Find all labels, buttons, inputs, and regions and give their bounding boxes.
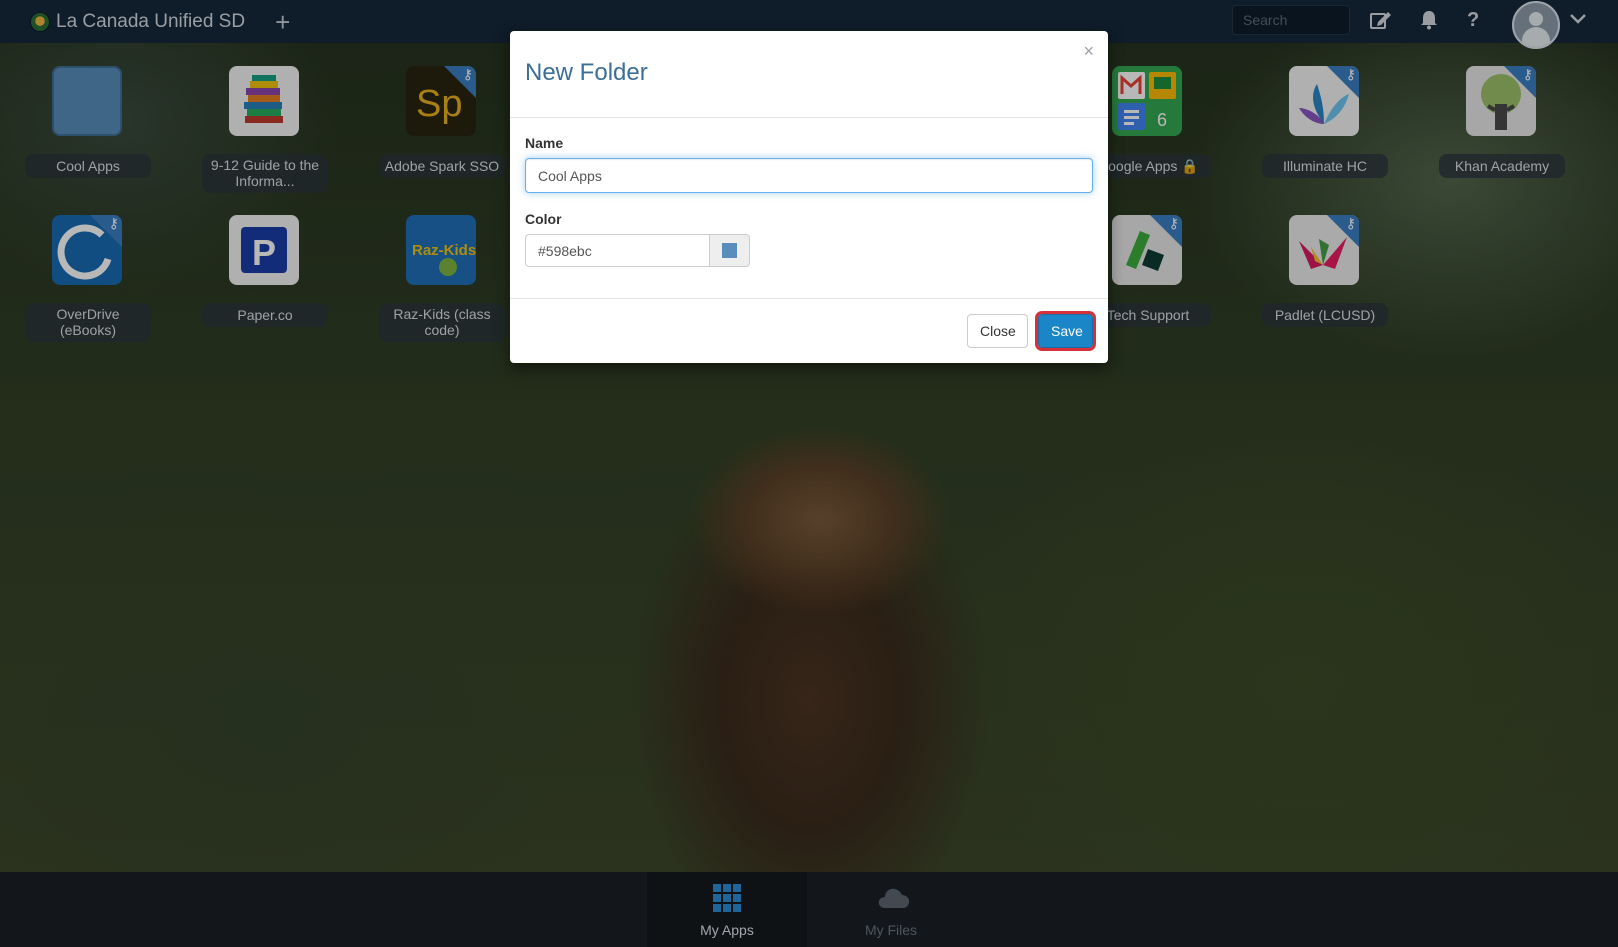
folder-name-field[interactable] — [525, 158, 1093, 193]
color-field[interactable] — [525, 234, 709, 267]
close-button[interactable]: Close — [967, 314, 1028, 348]
color-swatch-button[interactable] — [709, 234, 750, 267]
modal-header-divider — [510, 117, 1108, 118]
color-swatch — [722, 243, 737, 258]
save-button[interactable]: Save — [1035, 311, 1096, 351]
name-label: Name — [525, 135, 564, 151]
color-label: Color — [525, 211, 562, 227]
modal-footer-divider — [510, 298, 1108, 299]
color-picker — [525, 234, 750, 267]
close-icon[interactable]: × — [1083, 42, 1094, 60]
new-folder-modal: × New Folder Name Color Close Save — [510, 31, 1108, 363]
modal-title: New Folder — [525, 59, 648, 86]
